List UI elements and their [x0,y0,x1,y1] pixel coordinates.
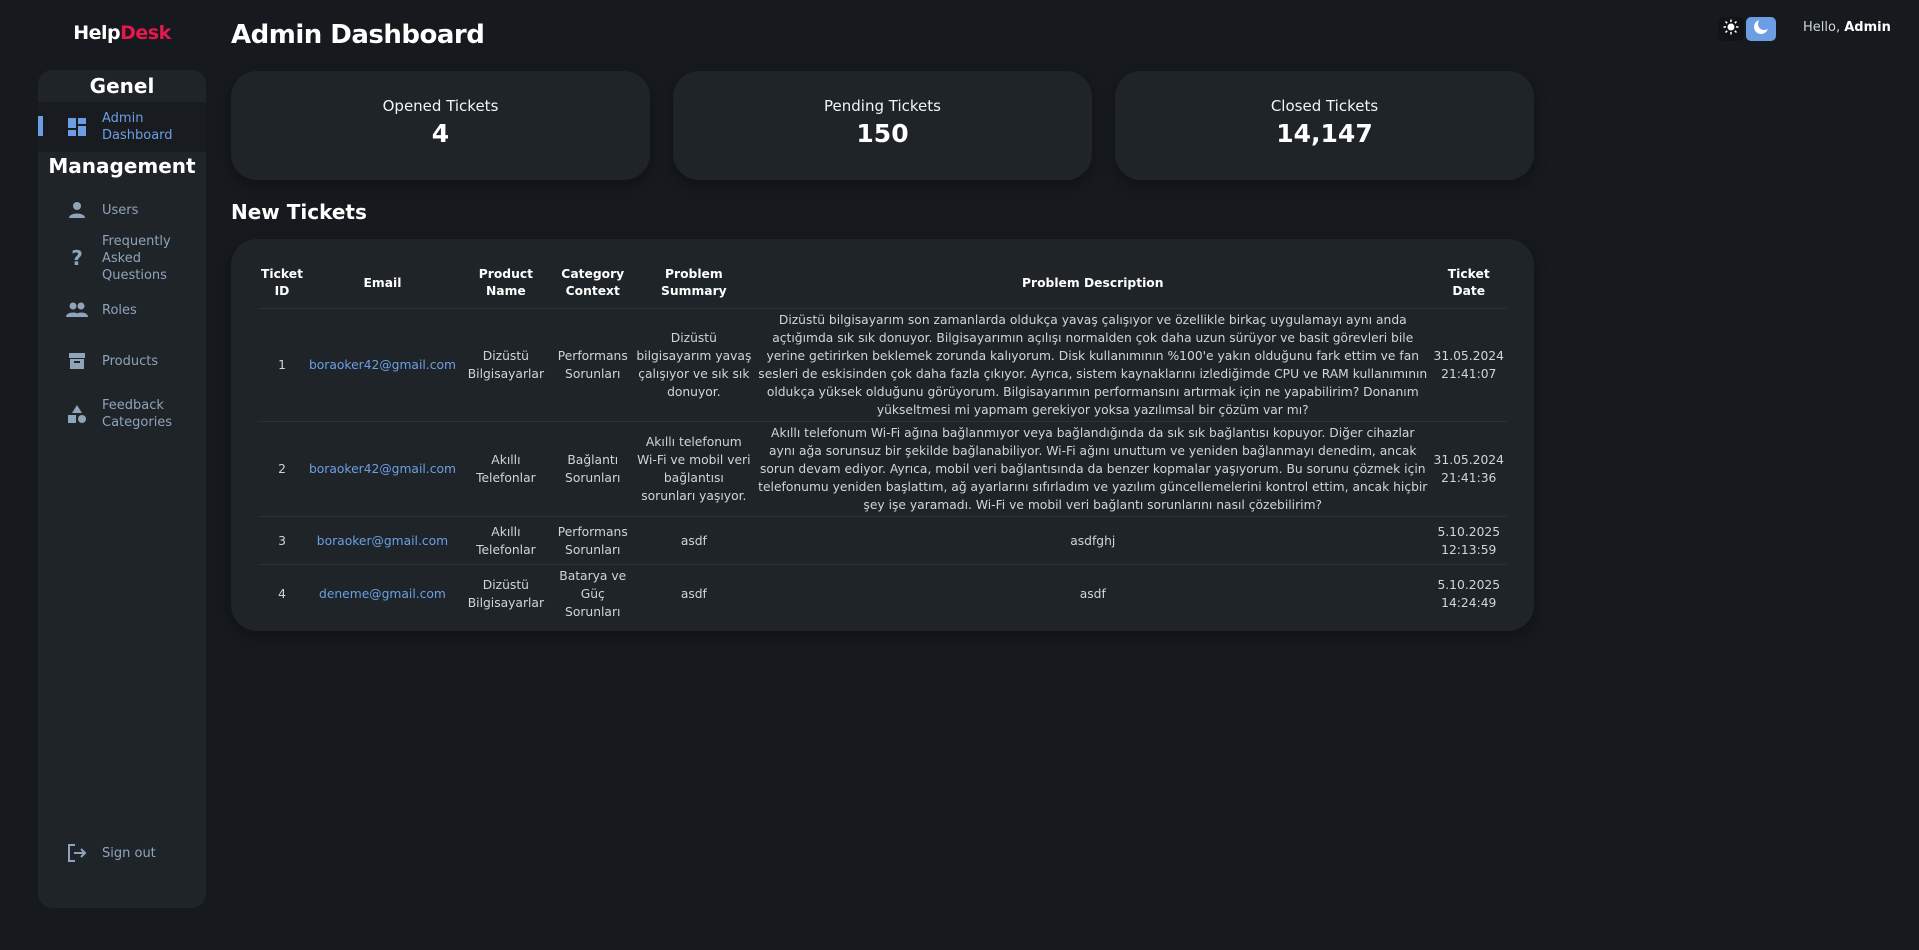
ticket-id: 2 [258,421,306,517]
user-icon [66,199,88,221]
column-header-problem-description[interactable]: Problem Description [755,266,1431,309]
column-header-ticket-date[interactable]: Ticket Date [1431,266,1507,309]
sign-out-label: Sign out [102,845,156,861]
tickets-table-card: Ticket ID Email Product Name Category Co… [231,239,1534,631]
table-row[interactable]: 1 boraoker42@gmail.com Dizüstü Bilgisaya… [258,308,1507,422]
sidebar-item-users[interactable]: Users [38,195,206,225]
sidebar-section-general: Genel [89,74,155,98]
stat-label: Closed Tickets [1270,97,1379,115]
dark-mode-button[interactable] [1746,17,1776,41]
sign-out-button[interactable]: Sign out [38,838,206,868]
ticket-summary: Akıllı telefonum Wi-Fi ve mobil veri bağ… [632,421,755,517]
dashboard-icon [66,116,88,138]
stat-value: 150 [856,119,909,148]
ticket-category: Performans Sorunları [552,308,633,422]
ticket-date: 5.10.2025 14:24:49 [1430,564,1507,623]
ticket-id: 1 [258,308,306,422]
ticket-category: Batarya ve Güç Sorunları [552,564,633,623]
logo-text-desk: Desk [120,22,171,44]
ticket-summary: Dizüstü bilgisayarım yavaş çalışıyor ve … [632,308,755,422]
sidebar-item-label: Products [102,353,159,369]
sidebar-item-label: Roles [102,302,137,318]
stat-card-closed: Closed Tickets 14,147 [1115,71,1534,180]
moon-icon [1753,18,1770,39]
ticket-description: Akıllı telefonum Wi-Fi ağına bağlanmıyor… [755,421,1431,517]
sidebar-item-admin-dashboard[interactable]: Admin Dashboard [38,102,206,152]
ticket-description: Dizüstü bilgisayarım son zamanlarda oldu… [755,308,1431,422]
app-logo[interactable]: HelpDesk [38,22,206,44]
sidebar-item-label: Admin Dashboard [102,111,173,143]
table-header-row: Ticket ID Email Product Name Category Co… [258,266,1507,309]
sidebar-item-label: Feedback Categories [102,398,173,430]
ticket-product: Akıllı Telefonlar [458,516,553,565]
sidebar-item-products[interactable]: Products [38,346,206,376]
sun-icon [1723,19,1739,39]
ticket-email[interactable]: boraoker42@gmail.com [305,308,459,422]
column-header-problem-summary[interactable]: Problem Summary [633,266,755,309]
sidebar-item-feedback-categories[interactable]: Feedback Categories [38,393,206,435]
ticket-product: Dizüstü Bilgisayarlar [458,564,553,623]
question-icon: ? [71,245,83,270]
greeting-prefix: Hello, [1803,20,1845,35]
stat-label: Opened Tickets [382,97,499,115]
sidebar-item-roles[interactable]: Roles [38,295,206,325]
stat-card-opened: Opened Tickets 4 [231,71,650,180]
column-header-category-context[interactable]: Category Context [553,266,633,309]
sidebar-item-faq[interactable]: ? Frequently Asked Questions [38,234,206,283]
light-mode-button[interactable] [1718,17,1744,41]
ticket-date: 31.05.2024 21:41:36 [1430,421,1507,517]
table-row[interactable]: 4 deneme@gmail.com Dizüstü Bilgisayarlar… [258,564,1507,623]
active-indicator [38,116,43,136]
user-name: Admin [1844,20,1891,35]
sidebar-section-management: Management [48,154,196,178]
ticket-product: Dizüstü Bilgisayarlar [458,308,553,422]
table-row[interactable]: 3 boraoker@gmail.com Akıllı Telefonlar P… [258,516,1507,565]
ticket-description: asdfghj [755,516,1431,565]
column-header-email[interactable]: Email [306,266,459,309]
ticket-id: 4 [258,564,306,623]
group-icon [66,299,88,321]
sidebar-item-label: Users [102,202,139,218]
sidebar: Genel Admin Dashboard Management Users ?… [38,70,206,908]
logo-text-help: Help [73,22,121,44]
page-title: Admin Dashboard [231,20,485,50]
ticket-date: 5.10.2025 12:13:59 [1430,516,1507,565]
user-greeting: Hello, Admin [1803,20,1891,35]
stat-value: 14,147 [1276,119,1373,148]
new-tickets-heading: New Tickets [231,200,367,224]
stat-value: 4 [431,119,450,148]
ticket-summary: asdf [632,564,755,623]
ticket-date: 31.05.2024 21:41:07 [1430,308,1507,422]
ticket-email[interactable]: boraoker@gmail.com [305,516,459,565]
stat-card-pending: Pending Tickets 150 [673,71,1092,180]
ticket-email[interactable]: deneme@gmail.com [305,564,459,623]
stat-label: Pending Tickets [824,97,941,115]
sign-out-icon [66,842,88,864]
ticket-category: Bağlantı Sorunları [552,421,633,517]
archive-icon [66,350,88,372]
table-row[interactable]: 2 boraoker42@gmail.com Akıllı Telefonlar… [258,421,1507,517]
ticket-email[interactable]: boraoker42@gmail.com [305,421,459,517]
theme-toggle[interactable] [1718,17,1776,41]
column-header-product-name[interactable]: Product Name [459,266,553,309]
ticket-description: asdf [755,564,1431,623]
ticket-product: Akıllı Telefonlar [458,421,553,517]
ticket-summary: asdf [632,516,755,565]
sidebar-item-label: Frequently Asked Questions [102,233,171,283]
category-icon [66,403,88,425]
tickets-table: Ticket ID Email Product Name Category Co… [258,266,1507,623]
column-header-ticket-id[interactable]: Ticket ID [258,266,306,309]
ticket-id: 3 [258,516,306,565]
ticket-category: Performans Sorunları [552,516,633,565]
